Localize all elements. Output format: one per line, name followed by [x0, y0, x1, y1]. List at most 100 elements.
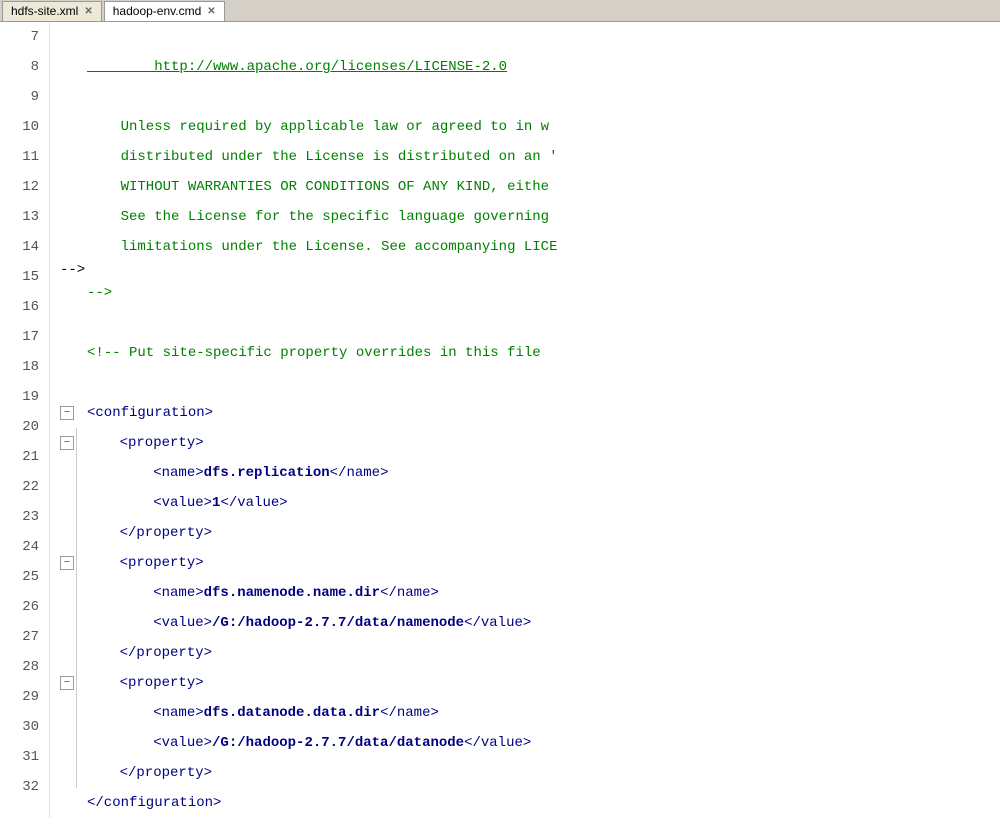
code-line-20: − <property>: [60, 428, 1000, 458]
code-line-16: [60, 308, 1000, 338]
gutter-21: [76, 458, 84, 488]
tag-configuration-open: <configuration>: [87, 398, 213, 428]
line-num-20: 20: [5, 412, 39, 442]
line-num-14: 14: [5, 232, 39, 262]
line-num-21: 21: [5, 442, 39, 472]
editor-window: hdfs-site.xml ✕ hadoop-env.cmd ✕ 7 8 9 1…: [0, 0, 1000, 831]
code-line-10: Unless required by applicable law or agr…: [60, 112, 1000, 142]
tag-value-close-30: </value>: [464, 728, 531, 758]
tab-hadoop-env[interactable]: hadoop-env.cmd ✕: [104, 1, 225, 21]
tag-property-3-close: </property>: [86, 758, 212, 788]
comment-line-14: limitations under the License. See accom…: [87, 232, 557, 262]
line-num-19: 19: [5, 382, 39, 412]
line-num-32: 32: [5, 772, 39, 802]
code-line-13: See the License for the specific languag…: [60, 202, 1000, 232]
value-datanode-data-dir: dfs.datanode.data.dir: [204, 698, 380, 728]
value-1: 1: [212, 488, 220, 518]
code-line-14: limitations under the License. See accom…: [60, 232, 1000, 262]
line-num-23: 23: [5, 502, 39, 532]
tag-name-open-21: <name>: [86, 458, 204, 488]
tag-value-open-30: <value>: [86, 728, 212, 758]
tag-name-close-29: </name>: [380, 698, 439, 728]
comment-close-15: -->: [87, 278, 112, 308]
tag-name-close-21: </name>: [330, 458, 389, 488]
code-line-24: − <property>: [60, 548, 1000, 578]
code-line-18: [60, 368, 1000, 398]
value-namenode-name-dir: dfs.namenode.name.dir: [204, 578, 380, 608]
comment-line-17: <!-- Put site-specific property override…: [87, 338, 541, 368]
tag-value-close-22: </value>: [220, 488, 287, 518]
line-num-25: 25: [5, 562, 39, 592]
gutter-25: [76, 578, 84, 608]
comment-line-10: Unless required by applicable law or agr…: [87, 112, 549, 142]
editor-area[interactable]: 7 8 9 10 11 12 13 14 15 16 17 18 19 20 2…: [0, 22, 1000, 831]
tag-name-close-25: </name>: [380, 578, 439, 608]
line-num-24: 24: [5, 532, 39, 562]
gutter-27: [76, 638, 84, 668]
line-num-16: 16: [5, 292, 39, 322]
tag-configuration-close: </configuration>: [87, 788, 221, 818]
line-num-22: 22: [5, 472, 39, 502]
line-num-29: 29: [5, 682, 39, 712]
line-num-27: 27: [5, 622, 39, 652]
code-container: 7 8 9 10 11 12 13 14 15 16 17 18 19 20 2…: [0, 22, 1000, 818]
code-line-22: <value>1</value>: [60, 488, 1000, 518]
gutter-26: [76, 608, 84, 638]
gutter-24: [76, 548, 84, 578]
tag-property-1-close: </property>: [86, 518, 212, 548]
gutter-29: [76, 698, 84, 728]
line-num-31: 31: [5, 742, 39, 772]
code-line-17: <!-- Put site-specific property override…: [60, 338, 1000, 368]
code-line-15: -->: [60, 278, 1000, 308]
line-num-9: 9: [5, 82, 39, 112]
fold-marker-20[interactable]: −: [60, 436, 74, 450]
line-num-30: 30: [5, 712, 39, 742]
tag-value-close-26: </value>: [464, 608, 531, 638]
comment-line-13: See the License for the specific languag…: [87, 202, 549, 232]
line-num-12: 12: [5, 172, 39, 202]
fold-marker-24[interactable]: −: [60, 556, 74, 570]
line-numbers: 7 8 9 10 11 12 13 14 15 16 17 18 19 20 2…: [0, 22, 50, 818]
tab-close-hadoop[interactable]: ✕: [207, 6, 215, 17]
line-num-26: 26: [5, 592, 39, 622]
gutter-30: [76, 728, 84, 758]
code-line-26: <value>/G:/hadoop-2.7.7/data/namenode</v…: [60, 608, 1000, 638]
line-num-8: 8: [5, 52, 39, 82]
line-num-10: 10: [5, 112, 39, 142]
line-num-7: 7: [5, 22, 39, 52]
fold-marker-28[interactable]: −: [60, 676, 74, 690]
line-num-13: 13: [5, 202, 39, 232]
code-line-19: − <configuration>: [60, 398, 1000, 428]
code-line-28: − <property>: [60, 668, 1000, 698]
code-line-21: <name>dfs.replication</name>: [60, 458, 1000, 488]
code-line-25: <name>dfs.namenode.name.dir</name>: [60, 578, 1000, 608]
line-num-18: 18: [5, 352, 39, 382]
tag-property-2-close: </property>: [86, 638, 212, 668]
comment-line-11: distributed under the License is distrib…: [87, 142, 557, 172]
code-line-11: distributed under the License is distrib…: [60, 142, 1000, 172]
code-line-23: </property>: [60, 518, 1000, 548]
comment-line-12: WITHOUT WARRANTIES OR CONDITIONS OF ANY …: [87, 172, 549, 202]
tab-bar: hdfs-site.xml ✕ hadoop-env.cmd ✕: [0, 0, 1000, 22]
gutter-31: [76, 758, 84, 788]
fold-marker-19[interactable]: −: [60, 406, 74, 420]
line-num-17: 17: [5, 322, 39, 352]
gutter-28: [76, 668, 84, 698]
tab-hdfs-site[interactable]: hdfs-site.xml ✕: [2, 1, 102, 21]
tag-name-open-29: <name>: [86, 698, 204, 728]
tag-property-2-open: <property>: [86, 548, 204, 578]
code-line-27: </property>: [60, 638, 1000, 668]
code-line-30: <value>/G:/hadoop-2.7.7/data/datanode</v…: [60, 728, 1000, 758]
code-line-8: http://www.apache.org/licenses/LICENSE-2…: [60, 52, 1000, 82]
value-namenode-path: /G:/hadoop-2.7.7/data/namenode: [212, 608, 464, 638]
code-line-9: [60, 82, 1000, 112]
value-datanode-path: /G:/hadoop-2.7.7/data/datanode: [212, 728, 464, 758]
tag-property-1-open: <property>: [86, 428, 204, 458]
tab-close-hdfs[interactable]: ✕: [84, 6, 92, 17]
gutter-22: [76, 488, 84, 518]
line-num-15: 15: [5, 262, 39, 292]
tab-label-hdfs: hdfs-site.xml: [11, 4, 78, 18]
tag-property-3-open: <property>: [86, 668, 204, 698]
license-url[interactable]: http://www.apache.org/licenses/LICENSE-2…: [87, 52, 507, 82]
code-line-29: <name>dfs.datanode.data.dir</name>: [60, 698, 1000, 728]
